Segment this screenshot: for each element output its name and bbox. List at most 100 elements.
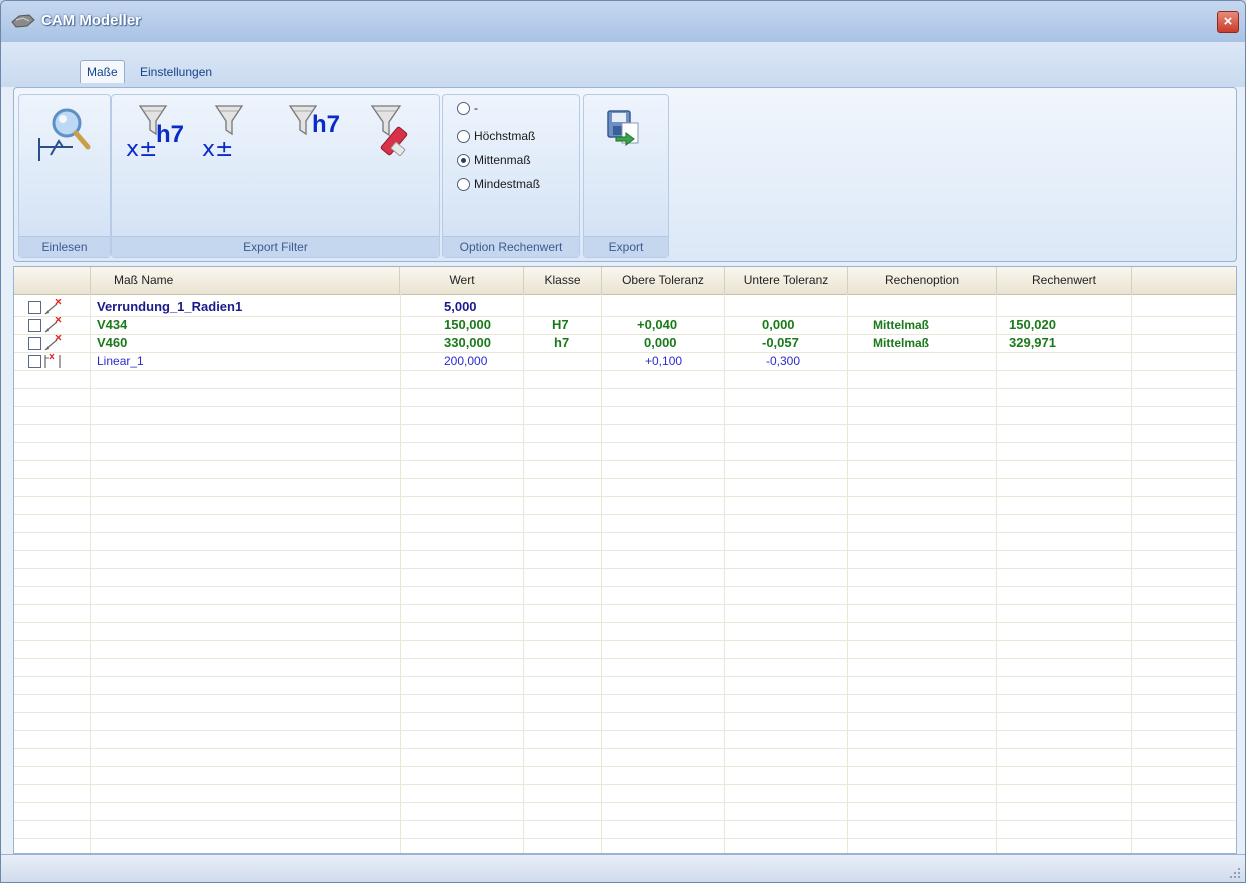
window-title: CAM Modeller <box>41 12 142 29</box>
grid-row-line <box>14 478 1236 479</box>
cell-mass-name: Verrundung_1_Radien1 <box>97 299 243 314</box>
tab-masse-label: Maße <box>87 65 118 79</box>
group-export-filter-label: Export Filter <box>112 236 439 257</box>
column-header-mass-name[interactable]: Maß Name <box>91 267 400 294</box>
cell-rechenwert: 150,020 <box>1009 317 1056 332</box>
radio-selected-dot <box>461 158 466 163</box>
group-export-filter: h7 x± x± h7 Export Filter <box>111 94 440 258</box>
column-header-rechenoption[interactable]: Rechenoption <box>848 267 997 294</box>
status-bar <box>1 854 1245 882</box>
radio-circle <box>457 178 470 191</box>
grid-row-line <box>14 424 1236 425</box>
radio-label: Mindestmaß <box>474 177 541 191</box>
grid-row-line <box>14 784 1236 785</box>
close-icon: × <box>1223 13 1233 30</box>
row-checkbox[interactable] <box>28 337 41 350</box>
column-header-rechenwert[interactable]: Rechenwert <box>997 267 1132 294</box>
group-export: Export <box>583 94 669 258</box>
grid-row-line <box>14 820 1236 821</box>
table-row[interactable]: V460 330,000 h7 0,000 -0,057 Mittelmaß 3… <box>14 335 1236 351</box>
grid-row-line <box>14 442 1236 443</box>
grid-row-line <box>14 568 1236 569</box>
radius-dimension-icon <box>44 317 62 333</box>
column-header-klasse[interactable]: Klasse <box>524 267 602 294</box>
grid-row-line <box>14 622 1236 623</box>
grid-row-line <box>14 388 1236 389</box>
grid-row-line <box>14 406 1236 407</box>
cell-klasse: h7 <box>554 335 570 350</box>
tolerance-x-plusminus-icon: x± <box>202 137 234 162</box>
filter-tolerance-h7-button[interactable]: h7 x± <box>124 101 196 171</box>
grid-line <box>601 294 602 853</box>
column-header-untere-toleranz[interactable]: Untere Toleranz <box>725 267 848 294</box>
grid-line <box>523 294 524 853</box>
column-header-wert[interactable]: Wert <box>401 267 524 294</box>
cell-wert: 5,000 <box>444 299 477 314</box>
row-checkbox[interactable] <box>28 301 41 314</box>
resize-grip-icon[interactable] <box>1229 867 1241 879</box>
cell-rechenoption: Mittelmaß <box>873 318 930 332</box>
grid-line <box>400 294 401 853</box>
filter-tolerance-button[interactable]: x± <box>200 101 256 171</box>
filter-h7-button[interactable]: h7 <box>282 101 354 171</box>
cell-obere-toleranz: +0,040 <box>637 317 678 332</box>
filter-clear-button[interactable] <box>362 101 418 171</box>
row-checkbox[interactable] <box>28 355 41 368</box>
einlesen-button[interactable] <box>33 103 97 163</box>
grid-line <box>1131 294 1132 853</box>
close-button[interactable]: × <box>1217 11 1239 33</box>
grid-row-line <box>14 586 1236 587</box>
tab-einstellungen-label: Einstellungen <box>140 65 213 79</box>
ribbon-tab-bar: Maße Einstellungen <box>1 42 1245 87</box>
grid-row-line <box>14 838 1236 839</box>
grid-line <box>724 294 725 853</box>
group-einlesen: Einlesen <box>18 94 111 258</box>
radius-dimension-icon <box>44 299 62 315</box>
grid-row-line <box>14 802 1236 803</box>
grid-row-line <box>14 640 1236 641</box>
grid-row-line <box>14 730 1236 731</box>
filter-funnel-icon <box>214 105 244 136</box>
cell-obere-toleranz: +0,100 <box>645 354 683 368</box>
radio-circle <box>457 102 470 115</box>
tab-masse[interactable]: Maße <box>80 60 125 83</box>
cell-rechenwert: 329,971 <box>1009 335 1056 350</box>
cell-mass-name: V460 <box>97 335 128 350</box>
radio-label: Höchstmaß <box>474 129 536 143</box>
radio-label: - <box>474 101 478 115</box>
cell-rechenoption: Mittelmaß <box>873 336 930 350</box>
group-export-label: Export <box>584 236 668 257</box>
save-export-icon <box>607 110 639 146</box>
cell-obere-toleranz: 0,000 <box>644 335 677 350</box>
grid-row-line <box>14 370 1236 371</box>
row-checkbox[interactable] <box>28 319 41 332</box>
grid-row-line <box>14 676 1236 677</box>
column-header-obere-toleranz[interactable]: Obere Toleranz <box>602 267 725 294</box>
radio-label: Mittenmaß <box>474 153 531 167</box>
cell-untere-toleranz: 0,000 <box>762 317 795 332</box>
cell-wert: 200,000 <box>444 354 488 368</box>
table-row[interactable]: Verrundung_1_Radien1 5,000 <box>14 299 1236 315</box>
group-option-label: Option Rechenwert <box>443 236 579 257</box>
cell-mass-name: V434 <box>97 317 128 332</box>
grid-row-line <box>14 712 1236 713</box>
grid-row-line <box>14 496 1236 497</box>
filter-clear-icon <box>370 105 408 157</box>
read-dimensions-icon <box>38 108 91 161</box>
grid-row-line <box>14 766 1236 767</box>
export-button[interactable] <box>604 107 648 157</box>
table-row[interactable]: Linear_1 200,000 +0,100 -0,300 <box>14 353 1236 369</box>
grid-row-line <box>14 550 1236 551</box>
cell-mass-name: Linear_1 <box>97 354 144 368</box>
column-header-select[interactable] <box>14 267 91 294</box>
grid-row-line <box>14 460 1236 461</box>
cell-untere-toleranz: -0,300 <box>766 354 801 368</box>
title-bar[interactable]: CAM Modeller × <box>1 1 1245 43</box>
grid-row-line <box>14 514 1236 515</box>
dimensions-table: Maß Name Wert Klasse Obere Toleranz Unte… <box>13 266 1237 854</box>
group-option-rechenwert: - Höchstmaß Mittenmaß Mindestmaß Option … <box>442 94 580 258</box>
cell-klasse: H7 <box>552 317 569 332</box>
tab-einstellungen[interactable]: Einstellungen <box>134 61 218 83</box>
table-row[interactable]: V434 150,000 H7 +0,040 0,000 Mittelmaß 1… <box>14 317 1236 333</box>
radio-circle <box>457 154 470 167</box>
